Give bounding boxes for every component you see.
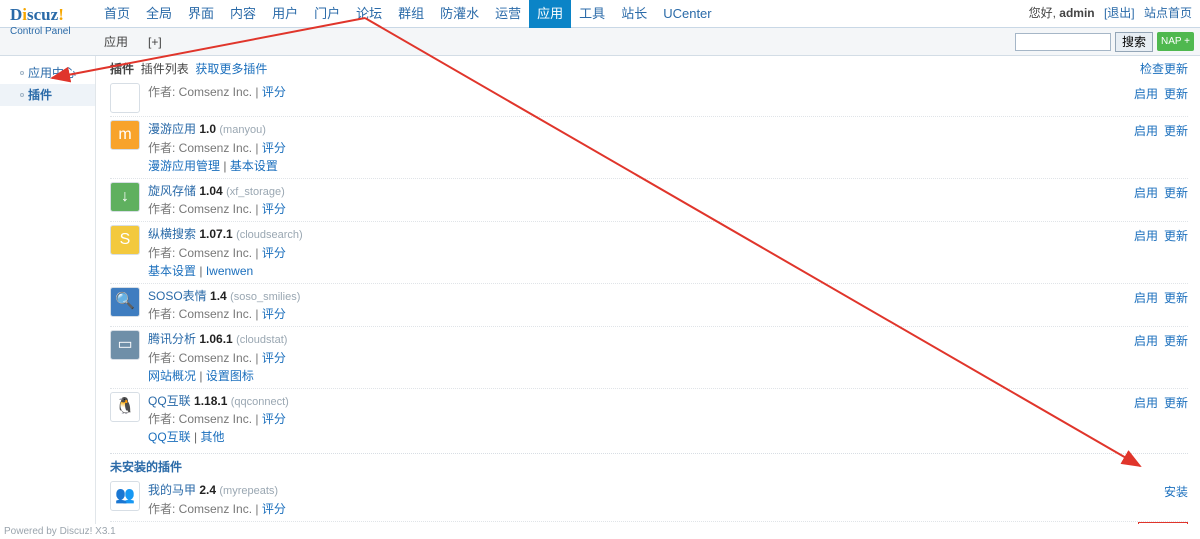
nav-群组[interactable]: 群组 [390,0,432,28]
plugin-extra-link[interactable]: 网站概况 [148,369,196,383]
nav-论坛[interactable]: 论坛 [348,0,390,28]
plugin-icon: ▭ [110,330,140,360]
nav-首页[interactable]: 首页 [96,0,138,28]
update-link[interactable]: 更新 [1164,396,1188,410]
nav-站长[interactable]: 站长 [613,0,655,28]
plugin-icon: 🔍 [110,287,140,317]
nav-用户[interactable]: 用户 [264,0,306,28]
plugin-row: 👥我的马甲 2.4 (myrepeats)作者: Comsenz Inc. | … [110,478,1188,521]
breadcrumb: 插件 插件列表 获取更多插件 检查更新 [110,60,1188,78]
check-update-link[interactable]: 检查更新 [1140,60,1188,78]
footer: Powered by Discuz! X3.1 [0,524,116,538]
rate-link[interactable]: 评分 [262,246,286,260]
nav-应用[interactable]: 应用 [529,0,571,28]
enable-link[interactable]: 启用 [1134,334,1158,348]
logo: Discuz! [0,0,96,28]
plugin-row: ✉微信登录 0.1i (wechat)作者: Comsenz Inc. | 评分… [110,521,1188,525]
search-input[interactable] [1015,33,1111,51]
get-more-plugins-link[interactable]: 获取更多插件 [195,62,267,76]
plugin-row: ↓旋风存储 1.04 (xf_storage)作者: Comsenz Inc. … [110,178,1188,222]
nap-badge: NAP + [1157,32,1194,51]
update-link[interactable]: 更新 [1164,334,1188,348]
update-link[interactable]: 更新 [1164,124,1188,138]
nav-内容[interactable]: 内容 [222,0,264,28]
rate-link[interactable]: 评分 [262,141,286,155]
plugin-extra-link[interactable]: QQ互联 [148,430,191,444]
plugin-icon: 👥 [110,481,140,511]
plugin-extra-link[interactable]: 基本设置 [230,159,278,173]
enable-link[interactable]: 启用 [1134,124,1158,138]
enable-link[interactable]: 启用 [1134,87,1158,101]
plugin-extra-link[interactable]: 设置图标 [206,369,254,383]
rate-link[interactable]: 评分 [262,412,286,426]
subtab-app[interactable]: 应用 [96,33,136,51]
nav-门户[interactable]: 门户 [306,0,348,28]
update-link[interactable]: 更新 [1164,87,1188,101]
plugin-row: m漫游应用 1.0 (manyou)作者: Comsenz Inc. | 评分漫… [110,116,1188,178]
sidebar-item-appcenter[interactable]: 应用中心 [0,62,95,84]
plugin-row: 🐧QQ互联 1.18.1 (qqconnect)作者: Comsenz Inc.… [110,388,1188,450]
plugin-row: S纵横搜索 1.07.1 (cloudsearch)作者: Comsenz In… [110,221,1188,283]
greet-label: 您好, [1029,6,1060,20]
plugin-icon: ↓ [110,182,140,212]
plugin-row: ▭腾讯分析 1.06.1 (cloudstat)作者: Comsenz Inc.… [110,326,1188,388]
logo-sub: Control Panel [0,26,96,37]
plugin-extra-link[interactable]: 其他 [200,430,224,444]
plugin-extra-link[interactable]: 基本设置 [148,264,196,278]
rate-link[interactable]: 评分 [262,85,286,99]
plugin-row: 作者: Comsenz Inc. | 评分启用更新 [110,80,1188,116]
sidebar-item-plugins[interactable]: 插件 [0,84,95,106]
sidebar: 应用中心 插件 [0,56,96,524]
nav-工具[interactable]: 工具 [571,0,613,28]
enable-link[interactable]: 启用 [1134,396,1158,410]
search-button[interactable]: 搜索 [1115,32,1153,52]
subtab-add[interactable]: [+] [140,33,170,51]
enable-link[interactable]: 启用 [1134,229,1158,243]
update-link[interactable]: 更新 [1164,186,1188,200]
plugin-icon: S [110,225,140,255]
plugin-icon: 🐧 [110,392,140,422]
plugin-row: 🔍SOSO表情 1.4 (soso_smilies)作者: Comsenz In… [110,283,1188,327]
top-nav: 首页全局界面内容用户门户论坛群组防灌水运营应用工具站长UCenter [96,0,720,28]
update-link[interactable]: 更新 [1164,291,1188,305]
user-bar: 您好, admin [退出] 站点首页 [1029,4,1192,22]
rate-link[interactable]: 评分 [262,307,286,321]
plugin-icon: m [110,120,140,150]
rate-link[interactable]: 评分 [262,202,286,216]
site-home-link[interactable]: 站点首页 [1144,6,1192,20]
rate-link[interactable]: 评分 [262,351,286,365]
install-link[interactable]: 安装 [1138,522,1188,525]
enable-link[interactable]: 启用 [1134,291,1158,305]
enable-link[interactable]: 启用 [1134,186,1158,200]
nav-界面[interactable]: 界面 [180,0,222,28]
uninstalled-heading: 未安装的插件 [110,453,1188,476]
nav-全局[interactable]: 全局 [138,0,180,28]
plugin-icon [110,83,140,113]
username: admin [1059,6,1094,20]
plugin-extra-link[interactable]: 漫游应用管理 [148,159,220,173]
nav-运营[interactable]: 运营 [487,0,529,28]
nav-防灌水[interactable]: 防灌水 [432,0,487,28]
plugin-extra-link[interactable]: Iwenwen [206,264,253,278]
update-link[interactable]: 更新 [1164,229,1188,243]
rate-link[interactable]: 评分 [262,502,286,516]
nav-UCenter[interactable]: UCenter [655,0,719,28]
logout-link[interactable]: [退出] [1104,6,1135,20]
install-link[interactable]: 安装 [1164,485,1188,499]
